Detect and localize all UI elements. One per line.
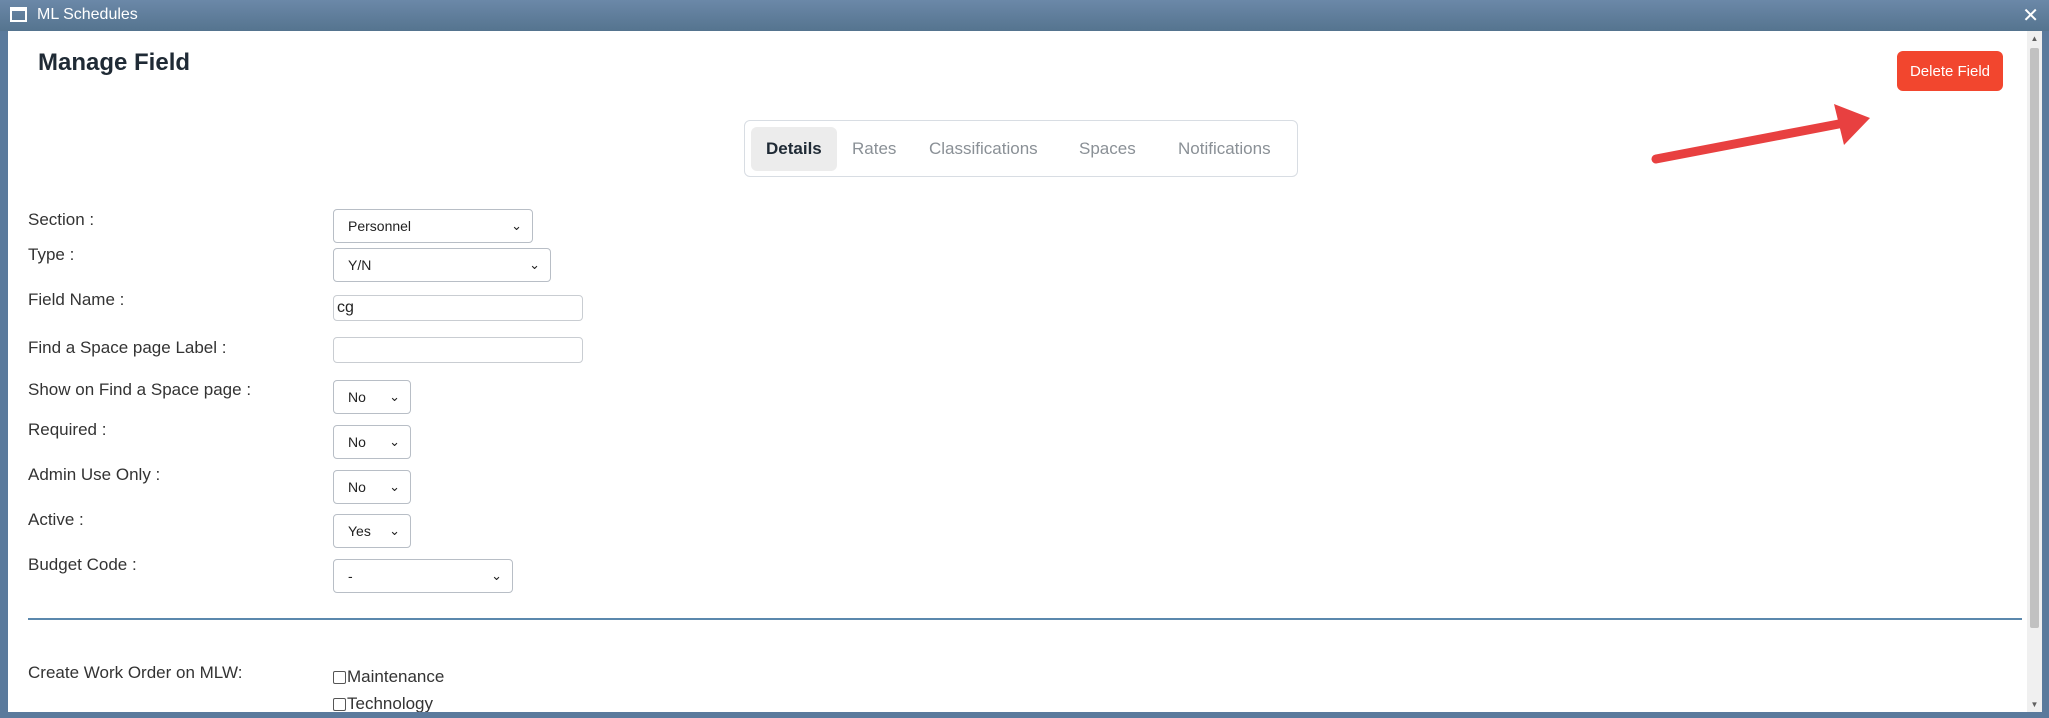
show-on-find-select[interactable]: No ⌄: [333, 380, 411, 414]
maintenance-option[interactable]: Maintenance: [333, 667, 444, 687]
active-value: Yes: [348, 523, 371, 539]
window-titlebar: ML Schedules ✕: [0, 0, 2049, 31]
admin-only-label: Admin Use Only :: [28, 465, 161, 484]
tab-classifications[interactable]: Classifications: [914, 127, 1053, 171]
admin-only-value: No: [348, 479, 366, 495]
show-on-find-value: No: [348, 389, 366, 405]
section-select[interactable]: Personnel ⌄: [333, 209, 533, 243]
admin-only-select[interactable]: No ⌄: [333, 470, 411, 504]
budget-code-select[interactable]: - ⌄: [333, 559, 513, 593]
budget-code-label: Budget Code :: [28, 555, 137, 574]
section-label: Section :: [28, 210, 95, 229]
window-icon: [10, 7, 27, 22]
scroll-down-icon[interactable]: ▼: [2027, 697, 2042, 712]
scroll-up-icon[interactable]: ▲: [2027, 31, 2042, 46]
chevron-down-icon: ⌄: [511, 218, 522, 233]
maintenance-checkbox[interactable]: [333, 671, 346, 685]
tab-notifications[interactable]: Notifications: [1163, 127, 1286, 171]
active-label: Active :: [28, 510, 84, 529]
chevron-down-icon: ⌄: [529, 257, 540, 272]
scrollbar-thumb[interactable]: [2030, 48, 2039, 628]
chevron-down-icon: ⌄: [389, 523, 400, 538]
active-select[interactable]: Yes ⌄: [333, 514, 411, 548]
section-divider: [28, 618, 2022, 620]
budget-code-value: -: [348, 568, 353, 584]
show-on-find-label: Show on Find a Space page :: [28, 380, 252, 399]
technology-checkbox[interactable]: [333, 698, 346, 712]
delete-field-button[interactable]: Delete Field: [1897, 51, 2003, 91]
technology-label: Technology: [347, 694, 434, 712]
chevron-down-icon: ⌄: [389, 434, 400, 449]
chevron-down-icon: ⌄: [491, 568, 502, 583]
annotation-arrow-icon: [1651, 104, 1870, 164]
page-title: Manage Field: [38, 49, 191, 76]
required-select[interactable]: No ⌄: [333, 425, 411, 459]
technology-option[interactable]: Technology: [333, 694, 433, 712]
required-value: No: [348, 434, 366, 450]
field-name-input[interactable]: cg: [333, 295, 583, 321]
chevron-down-icon: ⌄: [389, 389, 400, 404]
maintenance-label: Maintenance: [347, 667, 445, 686]
type-label: Type :: [28, 245, 75, 264]
work-order-label: Create Work Order on MLW:: [28, 663, 243, 682]
manage-field-dialog: Manage Field Delete Field Details Rates …: [8, 31, 2042, 712]
type-value: Y/N: [348, 257, 372, 273]
vertical-scrollbar[interactable]: ▲ ▼: [2027, 31, 2042, 712]
find-space-label-input[interactable]: [333, 337, 583, 363]
tab-spaces[interactable]: Spaces: [1064, 127, 1151, 171]
required-label: Required :: [28, 420, 107, 439]
section-value: Personnel: [348, 218, 412, 234]
close-icon[interactable]: ✕: [2022, 3, 2039, 28]
chevron-down-icon: ⌄: [389, 479, 400, 494]
type-select[interactable]: Y/N ⌄: [333, 248, 551, 282]
tab-rates[interactable]: Rates: [837, 127, 911, 171]
window-title: ML Schedules: [37, 6, 138, 23]
field-name-label: Field Name :: [28, 290, 125, 309]
tab-details[interactable]: Details: [751, 127, 837, 171]
find-space-label-label: Find a Space page Label :: [28, 338, 227, 357]
tab-bar: Details Rates Classifications Spaces Not…: [744, 120, 1298, 177]
